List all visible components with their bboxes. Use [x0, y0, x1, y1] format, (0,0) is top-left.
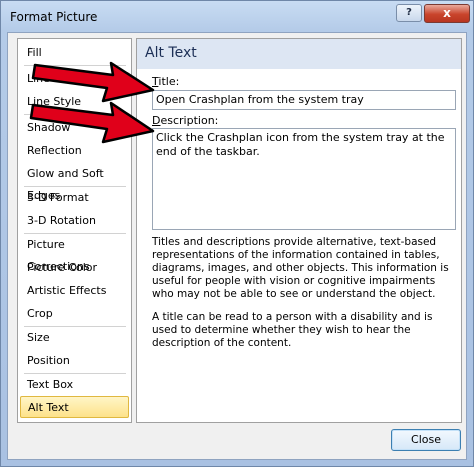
title-label-text: itle: [158, 75, 180, 88]
panel-header: Alt Text [137, 39, 461, 69]
nav-item-text-box[interactable]: Text Box [20, 374, 129, 396]
nav-item-glow-soft-edges[interactable]: Glow and Soft Edges [20, 163, 129, 202]
description-label-text: escription: [160, 114, 219, 127]
nav-item-crop[interactable]: Crop [20, 303, 129, 325]
nav-item-3d-rotation[interactable]: 3-D Rotation [20, 210, 129, 232]
title-label: Title: [152, 75, 179, 88]
window-title: Format Picture [10, 10, 98, 24]
help-paragraph-2: A title can be read to a person with a d… [152, 311, 433, 349]
description-textarea[interactable]: Click the Crashplan icon from the system… [152, 128, 456, 230]
nav-item-alt-text[interactable]: Alt Text [20, 396, 129, 418]
nav-item-size[interactable]: Size [20, 327, 129, 349]
description-label: Description: [152, 114, 218, 127]
nav-item-artistic-effects[interactable]: Artistic Effects [20, 280, 129, 302]
alt-text-panel: Alt Text Title: Open Crashplan from the … [136, 38, 462, 423]
red-arrow-icon [29, 101, 155, 144]
close-button[interactable]: Close [391, 429, 461, 451]
title-bar[interactable]: Format Picture ? x [1, 1, 473, 33]
title-input[interactable]: Open Crashplan from the system tray [152, 90, 456, 110]
help-paragraph-1: Titles and descriptions provide alternat… [152, 236, 449, 300]
nav-item-picture-color[interactable]: Picture Color [20, 257, 129, 279]
help-icon[interactable]: ? [396, 4, 422, 22]
format-picture-dialog: Format Picture ? x Fill Line Color Line … [0, 0, 474, 467]
nav-item-picture-corrections[interactable]: Picture Corrections [20, 234, 129, 273]
close-window-icon[interactable]: x [424, 4, 470, 23]
nav-item-3d-format[interactable]: 3-D Format [20, 187, 129, 209]
nav-item-position[interactable]: Position [20, 350, 129, 372]
